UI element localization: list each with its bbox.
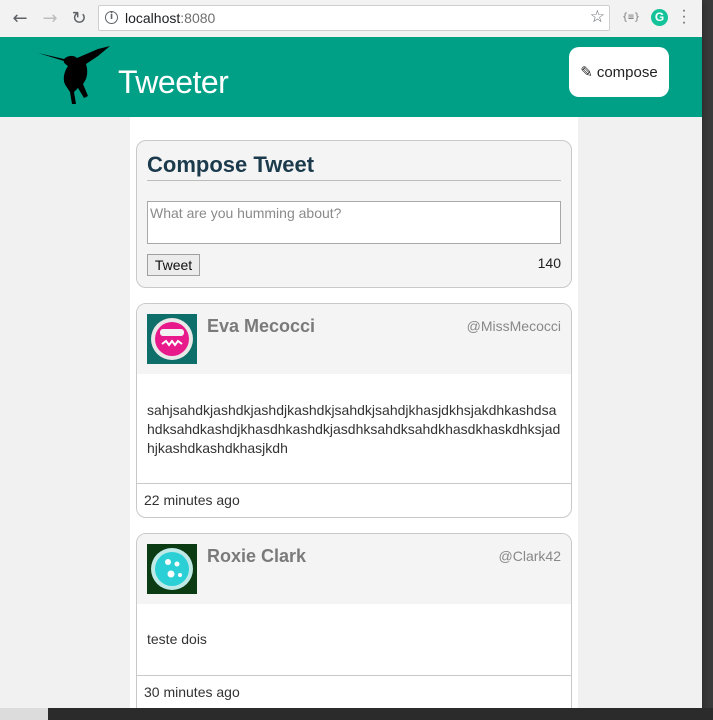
compose-title: Compose Tweet [147,152,315,177]
tweet-author-handle: @MissMecocci [466,318,561,334]
tweet-author-name: Eva Mecocci [207,316,316,336]
bookmark-star-icon[interactable]: ☆ [590,7,605,27]
pencil-icon: ✎ [580,63,593,81]
tweet-submit-button[interactable]: Tweet [147,254,200,276]
address-bar[interactable]: i localhost:8080 ☆ [98,5,610,31]
main-container: Compose Tweet What are you humming about… [130,117,578,708]
tweet-author-handle: @Clark42 [498,548,561,564]
tweet-header: Eva Mecocci @MissMecocci [137,304,571,374]
tweet-footer: 30 minutes ago [137,675,571,708]
tweet-footer: 22 minutes ago [137,483,571,517]
tweet-content: sahjsahdkjashdkjashdjkashdkjsahdkjsahdjk… [147,402,561,456]
tweet-timestamp: 22 minutes ago [144,492,240,508]
grammarly-extension-icon[interactable]: G [651,9,668,26]
tweet-card: Eva Mecocci @MissMecocci sahjsahdkjashdk… [136,303,572,518]
app-header: Tweeter ✎ compose [0,37,702,117]
browser-toolbar: ← → ↻ i localhost:8080 ☆ {≡} G · · · [0,0,702,38]
brand-title: Tweeter [118,64,229,100]
tweet-author-name: Roxie Clark [207,546,307,566]
avatar [147,544,197,594]
tweet-textarea[interactable]: What are you humming about? [147,201,561,244]
forward-arrow-icon[interactable]: → [38,6,62,30]
desktop-backdrop [0,708,48,720]
avatar [147,314,197,364]
url-host: localhost [125,10,181,26]
desktop-backdrop [48,708,713,720]
compose-divider [147,180,561,181]
compose-tweet-form: Compose Tweet What are you humming about… [136,140,572,288]
url-port: :8080 [180,10,216,26]
tweet-card: Roxie Clark @Clark42 teste dois 30 minut… [136,533,572,708]
url-text: localhost:8080 [125,10,215,26]
reload-icon[interactable]: ↻ [67,6,91,30]
compose-label: compose [596,63,658,81]
back-arrow-icon[interactable]: ← [8,6,32,30]
json-viewer-extension-icon[interactable]: {≡} [622,12,640,23]
compose-button[interactable]: ✎ compose [569,47,669,97]
info-icon[interactable]: i [105,11,118,24]
browser-menu-icon[interactable]: · · · [681,3,687,31]
tweet-timestamp: 30 minutes ago [144,684,240,700]
tweet-header: Roxie Clark @Clark42 [137,534,571,604]
page-background: Compose Tweet What are you humming about… [0,117,702,708]
character-counter: 140 [537,255,561,271]
tweet-content: teste dois [147,631,207,647]
browser-window: ← → ↻ i localhost:8080 ☆ {≡} G · · · Tweet… [0,0,702,708]
hummingbird-logo-icon [38,46,110,104]
